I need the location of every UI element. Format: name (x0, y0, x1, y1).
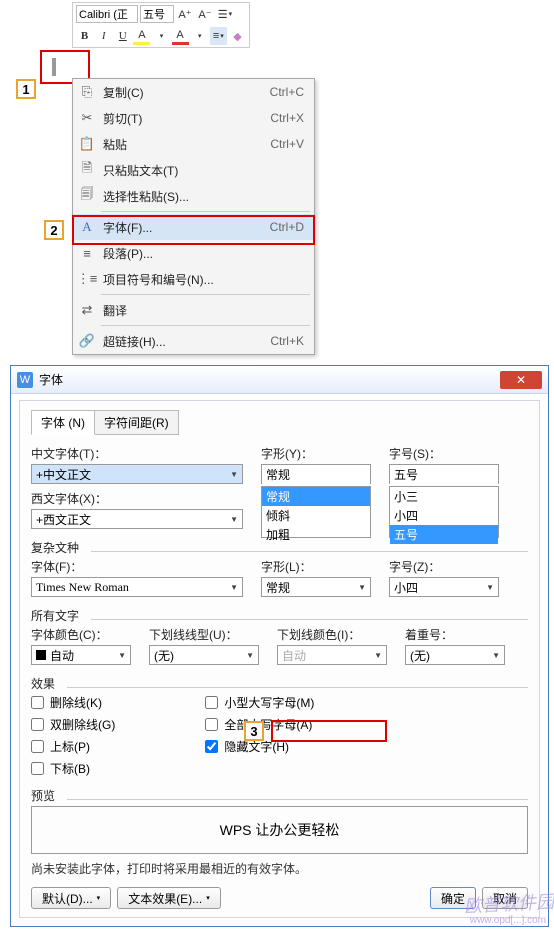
complex-style-label: 字形(L)： (261, 558, 371, 575)
menu-paste-special[interactable]: 🗐选择性粘贴(S)... (73, 183, 314, 209)
underline-select[interactable]: (无)▼ (149, 645, 259, 665)
menu-separator (101, 325, 310, 326)
complex-font-select[interactable]: Times New Roman▼ (31, 577, 243, 597)
paste-special-icon: 🗐 (79, 188, 95, 204)
highlight-hidden-checkbox (271, 720, 387, 742)
callout-1: 1 (16, 79, 36, 99)
list-item[interactable]: 五号 (390, 525, 498, 544)
tab-font[interactable]: 字体 (N) (31, 410, 95, 435)
emphasis-select[interactable]: (无)▼ (405, 645, 505, 665)
list-item[interactable]: 小四 (390, 506, 498, 525)
font-size-input[interactable] (140, 5, 174, 23)
font-color-button[interactable]: A (172, 27, 189, 45)
italic-button[interactable]: I (95, 27, 112, 45)
underline-button[interactable]: U (114, 27, 131, 45)
paste-text-icon: 🗎 (79, 162, 95, 178)
list-item[interactable]: 常规 (262, 487, 370, 506)
style-input[interactable]: 常规 (261, 464, 371, 484)
clear-format-button[interactable]: ◆ (229, 27, 246, 45)
preview-box: WPS 让办公更轻松 (31, 806, 528, 854)
font-family-input[interactable] (76, 5, 138, 23)
increase-font-button[interactable]: A⁺ (176, 5, 194, 23)
callout-2: 2 (44, 220, 64, 240)
dbl-strike-checkbox[interactable]: 双删除线(G) (31, 716, 115, 733)
tab-spacing[interactable]: 字符间距(R) (94, 410, 179, 435)
text-effect-button[interactable]: 文本效果(E)...▾ (117, 887, 221, 909)
ul-color-label: 下划线颜色(I)： (277, 626, 387, 643)
style-listbox[interactable]: 常规 倾斜 加粗 (261, 486, 371, 538)
align-button[interactable]: ≡▾ (210, 27, 227, 45)
app-icon: W (17, 372, 33, 388)
line-spacing-button[interactable]: ☰▾ (216, 5, 234, 23)
list-item[interactable]: 小三 (390, 487, 498, 506)
dialog-title: 字体 (39, 371, 63, 388)
bold-button[interactable]: B (76, 27, 93, 45)
complex-style-select[interactable]: 常规▼ (261, 577, 371, 597)
cn-font-select[interactable]: +中文正文▼ (31, 464, 243, 484)
paragraph-icon: ≡ (79, 245, 95, 261)
decrease-font-button[interactable]: A⁻ (196, 5, 214, 23)
color-label: 字体颜色(C)： (31, 626, 131, 643)
menu-cut[interactable]: ✂剪切(T)Ctrl+X (73, 105, 314, 131)
list-item[interactable]: 倾斜 (262, 506, 370, 525)
highlight-button[interactable]: A (133, 27, 150, 45)
menu-separator (101, 294, 310, 295)
superscript-checkbox[interactable]: 上标(P) (31, 738, 115, 755)
install-note: 尚未安装此字体，打印时将采用最相近的有效字体。 (31, 860, 528, 877)
callout-3: 3 (244, 721, 264, 741)
highlight-font-menu (72, 215, 315, 245)
hyperlink-icon: 🔗 (79, 333, 95, 349)
strike-checkbox[interactable]: 删除线(K) (31, 694, 115, 711)
smallcaps-checkbox[interactable]: 小型大写字母(M) (205, 694, 314, 711)
effects-section: 效果 (31, 675, 528, 692)
alltext-section: 所有文字 (31, 607, 528, 624)
west-font-select[interactable]: +西文正文▼ (31, 509, 243, 529)
ul-color-select: 自动▼ (277, 645, 387, 665)
menu-paste-text[interactable]: 🗎只粘贴文本(T) (73, 157, 314, 183)
menu-hyperlink[interactable]: 🔗超链接(H)...Ctrl+K (73, 328, 314, 354)
cn-font-label: 中文字体(T)： (31, 445, 243, 462)
font-color-dd[interactable]: ▾ (191, 27, 208, 45)
copy-icon: ⎘ (79, 84, 95, 100)
size-input[interactable]: 五号 (389, 464, 499, 484)
menu-separator (101, 211, 310, 212)
size-listbox[interactable]: 小三 小四 五号 (389, 486, 499, 538)
paste-icon: 📋 (79, 136, 95, 152)
menu-copy[interactable]: ⎘复制(C)Ctrl+C (73, 79, 314, 105)
font-dialog: W 字体 ✕ 字体 (N) 字符间距(R) 中文字体(T)： +中文正文▼ 字形… (10, 365, 549, 927)
dialog-titlebar: W 字体 ✕ (11, 366, 548, 394)
default-button[interactable]: 默认(D)...▾ (31, 887, 111, 909)
menu-paste[interactable]: 📋粘贴Ctrl+V (73, 131, 314, 157)
watermark: 欧普软件园 (463, 888, 554, 919)
size-label: 字号(S)： (389, 445, 499, 462)
complex-size-label: 字号(Z)： (389, 558, 499, 575)
menu-bullets[interactable]: ⋮≡项目符号和编号(N)... (73, 266, 314, 292)
underline-label: 下划线线型(U)： (149, 626, 259, 643)
preview-section: 预览 (31, 787, 528, 804)
list-item[interactable]: 加粗 (262, 525, 370, 544)
menu-translate[interactable]: ⇄翻译 (73, 297, 314, 323)
highlight-dd[interactable]: ▾ (152, 27, 169, 45)
close-button[interactable]: ✕ (500, 371, 542, 389)
complex-font-label: 字体(F)： (31, 558, 243, 575)
color-select[interactable]: 自动▼ (31, 645, 131, 665)
complex-size-select[interactable]: 小四▼ (389, 577, 499, 597)
formatting-toolbar: A⁺ A⁻ ☰▾ B I U A ▾ A ▾ ≡▾ ◆ (72, 2, 250, 48)
west-font-label: 西文字体(X)： (31, 490, 243, 507)
cut-icon: ✂ (79, 110, 95, 126)
style-label: 字形(Y)： (261, 445, 371, 462)
dialog-tabs: 字体 (N) 字符间距(R) (31, 410, 528, 435)
bullets-icon: ⋮≡ (79, 271, 95, 287)
watermark-url: www.opd[...].com (470, 915, 546, 926)
emphasis-label: 着重号： (405, 626, 505, 643)
translate-icon: ⇄ (79, 302, 95, 318)
subscript-checkbox[interactable]: 下标(B) (31, 760, 115, 777)
